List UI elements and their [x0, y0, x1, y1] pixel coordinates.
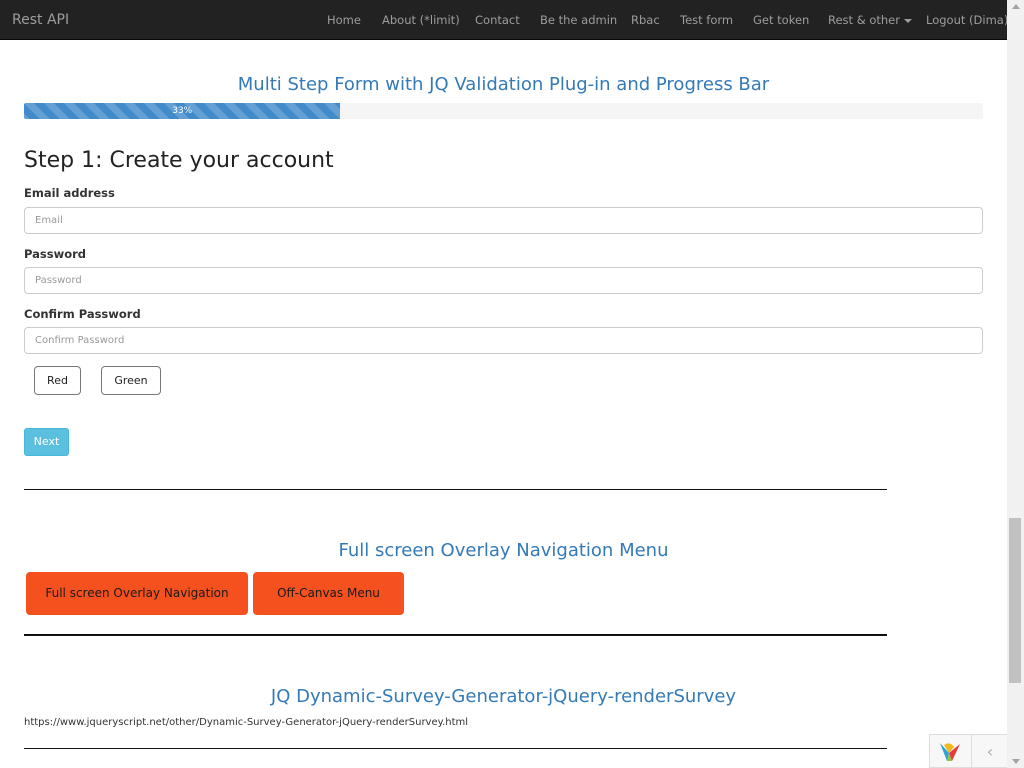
debug-separator: [971, 735, 972, 768]
password-input[interactable]: [24, 267, 983, 294]
chevron-left-icon[interactable]: ‹: [982, 742, 998, 762]
nav-get-token[interactable]: Get token: [753, 0, 809, 40]
step-title: Step 1: Create your account: [24, 148, 334, 173]
nav-contact[interactable]: Contact: [475, 0, 520, 40]
nav-rest-other-label: Rest & other: [828, 13, 900, 27]
red-button[interactable]: Red: [34, 366, 81, 395]
progress-track: 33%: [24, 103, 983, 119]
scroll-down-arrow-icon[interactable]: [1012, 759, 1020, 764]
off-canvas-menu-button[interactable]: Off-Canvas Menu: [253, 572, 404, 615]
survey-title: JQ Dynamic-Survey-Generator-jQuery-rende…: [270, 686, 737, 707]
brand-link[interactable]: Rest API: [12, 0, 69, 40]
nav-be-the-admin[interactable]: Be the admin: [540, 0, 617, 40]
nav-logout[interactable]: Logout (Dima): [926, 0, 1008, 40]
nav-test-form[interactable]: Test form: [680, 0, 733, 40]
email-input[interactable]: [24, 207, 983, 234]
caret-down-icon: [903, 18, 912, 23]
scroll-up-arrow-icon[interactable]: [1012, 4, 1020, 9]
top-navbar: Rest API Home About (*limit) Contact Be …: [0, 0, 1008, 40]
password-label: Password: [24, 247, 86, 261]
nav-about[interactable]: About (*limit): [382, 0, 460, 40]
survey-url-text: https://www.jqueryscript.net/other/Dynam…: [24, 717, 469, 728]
confirm-password-input[interactable]: [24, 327, 983, 354]
progress-bar: 33%: [24, 103, 341, 119]
yii-logo-icon[interactable]: [938, 741, 962, 763]
divider: [24, 489, 887, 490]
nav-rbac[interactable]: Rbac: [631, 0, 660, 40]
multi-step-form-title: Multi Step Form with JQ Validation Plug-…: [237, 74, 770, 95]
green-button[interactable]: Green: [101, 366, 161, 395]
vertical-scrollbar[interactable]: [1007, 0, 1024, 768]
overlay-menu-title: Full screen Overlay Navigation Menu: [338, 540, 669, 561]
scroll-thumb[interactable]: [1009, 518, 1021, 683]
nav-home[interactable]: Home: [327, 0, 361, 40]
next-button[interactable]: Next: [24, 428, 69, 456]
nav-rest-other-dropdown[interactable]: Rest & other: [828, 0, 912, 40]
email-label: Email address: [24, 186, 115, 200]
divider: [24, 748, 887, 749]
confirm-password-label: Confirm Password: [24, 307, 141, 321]
divider: [24, 634, 887, 636]
debug-toolbar: ‹: [929, 734, 1007, 768]
full-screen-overlay-button[interactable]: Full screen Overlay Navigation: [26, 572, 248, 615]
